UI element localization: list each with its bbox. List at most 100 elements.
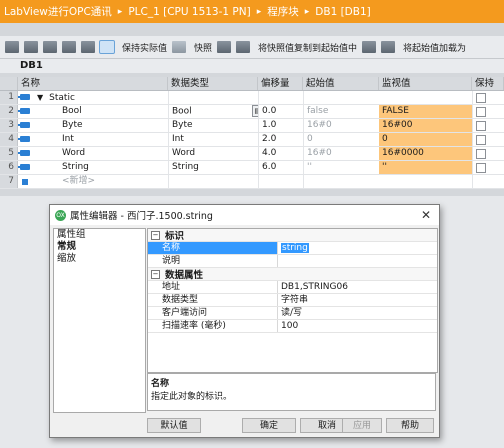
row-start[interactable]: 16#0: [303, 119, 379, 132]
interface-icon: [18, 91, 34, 104]
table-row[interactable]: 5 Word Word 4.0 16#0 16#0000: [0, 147, 504, 161]
row-type[interactable]: Int: [168, 133, 258, 146]
dialog-titlebar[interactable]: OX 属性编辑器 - 西门子.1500.string ✕: [50, 205, 439, 225]
list-view-icon[interactable]: [81, 41, 95, 53]
load-start-values-button[interactable]: 将起始值加载为: [403, 41, 466, 54]
prop-row-address[interactable]: 地址 DB1,STRING06: [148, 281, 437, 294]
prop-row-name[interactable]: 名称 string: [148, 242, 437, 255]
row-type: [168, 91, 258, 104]
header-name[interactable]: 名称: [18, 77, 168, 90]
row-monitor: 0: [379, 133, 472, 146]
breadcrumb-program-blocks[interactable]: 程序块: [267, 4, 299, 19]
property-grid: − 标识 名称 string 说明 − 数据属性 地址 DB1,STRING06…: [147, 228, 438, 373]
block-name: DB1: [0, 59, 504, 73]
load-start-icon[interactable]: [362, 41, 377, 53]
row-offset: [258, 91, 303, 104]
prop-value[interactable]: DB1,STRING06: [278, 281, 437, 293]
prop-row-scan-rate[interactable]: 扫描速率 (毫秒) 100: [148, 320, 437, 333]
collapse-triangle-icon[interactable]: ▼: [37, 91, 43, 104]
prop-value[interactable]: 100: [278, 320, 437, 332]
prop-row-client-access[interactable]: 客户端访问 读/写: [148, 307, 437, 320]
prop-value[interactable]: [278, 255, 437, 267]
row-type[interactable]: String: [168, 161, 258, 174]
copy-snapshot-to-start-button[interactable]: 将快照值复制到起始值中: [258, 41, 357, 54]
breadcrumb-db1[interactable]: DB1 [DB1]: [315, 6, 370, 18]
row-name[interactable]: Byte: [34, 119, 168, 132]
insert-row-icon[interactable]: [5, 41, 19, 53]
table-row[interactable]: 4 Int Int 2.0 0 0: [0, 133, 504, 147]
header-monitor-value[interactable]: 监视值: [379, 77, 472, 90]
row-monitor: 16#00: [379, 119, 472, 132]
row-monitor: '': [379, 161, 472, 174]
header-offset[interactable]: 偏移量: [258, 77, 303, 90]
row-start[interactable]: 16#0: [303, 147, 379, 160]
add-row-icon[interactable]: [24, 41, 38, 53]
table-row[interactable]: 6 String String 6.0 '' '': [0, 161, 504, 175]
row-name[interactable]: Bool: [34, 105, 168, 118]
row-type[interactable]: Word: [168, 147, 258, 160]
load-start-alt-icon[interactable]: [381, 41, 396, 53]
table-row[interactable]: 1 ▼ Static: [0, 91, 504, 105]
group-item-general[interactable]: 常规: [54, 241, 145, 253]
help-button[interactable]: 帮助: [386, 418, 434, 433]
retain-checkbox[interactable]: [472, 91, 504, 104]
row-name[interactable]: Word: [34, 147, 168, 160]
prop-value[interactable]: 读/写: [278, 307, 437, 319]
collapse-all-icon[interactable]: [62, 41, 76, 53]
name-value[interactable]: string: [281, 243, 309, 253]
retain-checkbox[interactable]: [472, 105, 504, 118]
header-start-value[interactable]: 起始值: [303, 77, 379, 90]
header-retain[interactable]: 保持: [472, 77, 504, 90]
row-monitor: [379, 91, 472, 104]
prop-value-input[interactable]: string: [278, 242, 437, 254]
table-row[interactable]: 7 <新增>: [0, 175, 504, 189]
row-start[interactable]: '': [303, 161, 379, 174]
row-name[interactable]: String: [34, 161, 168, 174]
breadcrumb-plc[interactable]: PLC_1 [CPU 1513-1 PN]: [128, 6, 250, 18]
row-offset: [258, 175, 303, 188]
row-name-text: Static: [49, 93, 75, 103]
copy-snapshot-icon[interactable]: [217, 41, 232, 53]
data-block-table: 名称 数据类型 偏移量 起始值 监视值 保持 1 ▼ Static 2 Bool …: [0, 77, 504, 189]
collapse-toggle-icon[interactable]: −: [151, 269, 160, 279]
expand-all-icon[interactable]: [43, 41, 57, 53]
retain-checkbox[interactable]: [472, 133, 504, 146]
ok-button[interactable]: 确定: [242, 418, 296, 433]
row-start[interactable]: 0: [303, 133, 379, 146]
row-monitor: 16#0000: [379, 147, 472, 160]
copy-snapshot-alt-icon[interactable]: [236, 41, 251, 53]
breadcrumb: LabView进行OPC通讯 ▸ PLC_1 [CPU 1513-1 PN] ▸…: [0, 0, 504, 23]
category-identification[interactable]: − 标识: [148, 229, 437, 242]
table-row[interactable]: 2 Bool Bool▤ 0.0 false FALSE: [0, 105, 504, 119]
retain-checkbox[interactable]: [472, 119, 504, 132]
collapse-toggle-icon[interactable]: −: [151, 230, 160, 240]
row-type[interactable]: Bool▤: [168, 105, 258, 118]
retain-checkbox[interactable]: [472, 161, 504, 174]
row-offset: 0.0: [258, 105, 303, 118]
row-monitor: FALSE: [379, 105, 472, 118]
table-row[interactable]: 3 Byte Byte 1.0 16#0 16#00: [0, 119, 504, 133]
snapshot-button[interactable]: 快照: [194, 41, 212, 54]
close-icon[interactable]: ✕: [421, 208, 431, 222]
row-type[interactable]: Byte: [168, 119, 258, 132]
dialog-title: 属性编辑器 - 西门子.1500.string: [70, 211, 213, 222]
retain-checkbox[interactable]: [472, 147, 504, 160]
monitor-glasses-icon[interactable]: [99, 40, 115, 54]
snapshot-camera-icon[interactable]: [172, 41, 187, 53]
apply-button[interactable]: 应用: [342, 418, 382, 433]
row-start: [303, 175, 379, 188]
prop-row-datatype[interactable]: 数据类型 字符串: [148, 294, 437, 307]
add-new-row[interactable]: <新增>: [34, 175, 168, 188]
group-item-scaling[interactable]: 缩放: [54, 253, 145, 265]
breadcrumb-project[interactable]: LabView进行OPC通讯: [4, 4, 112, 19]
row-offset: 6.0: [258, 161, 303, 174]
default-button[interactable]: 默认值: [147, 418, 201, 433]
header-datatype[interactable]: 数据类型: [168, 77, 258, 90]
row-name[interactable]: Int: [34, 133, 168, 146]
row-start[interactable]: false: [303, 105, 379, 118]
category-data-properties[interactable]: − 数据属性: [148, 268, 437, 281]
prop-value[interactable]: 字符串: [278, 294, 437, 306]
add-row-icon: [18, 175, 34, 188]
interface-icon: [18, 119, 34, 132]
keep-actual-values-button[interactable]: 保持实际值: [122, 41, 167, 54]
